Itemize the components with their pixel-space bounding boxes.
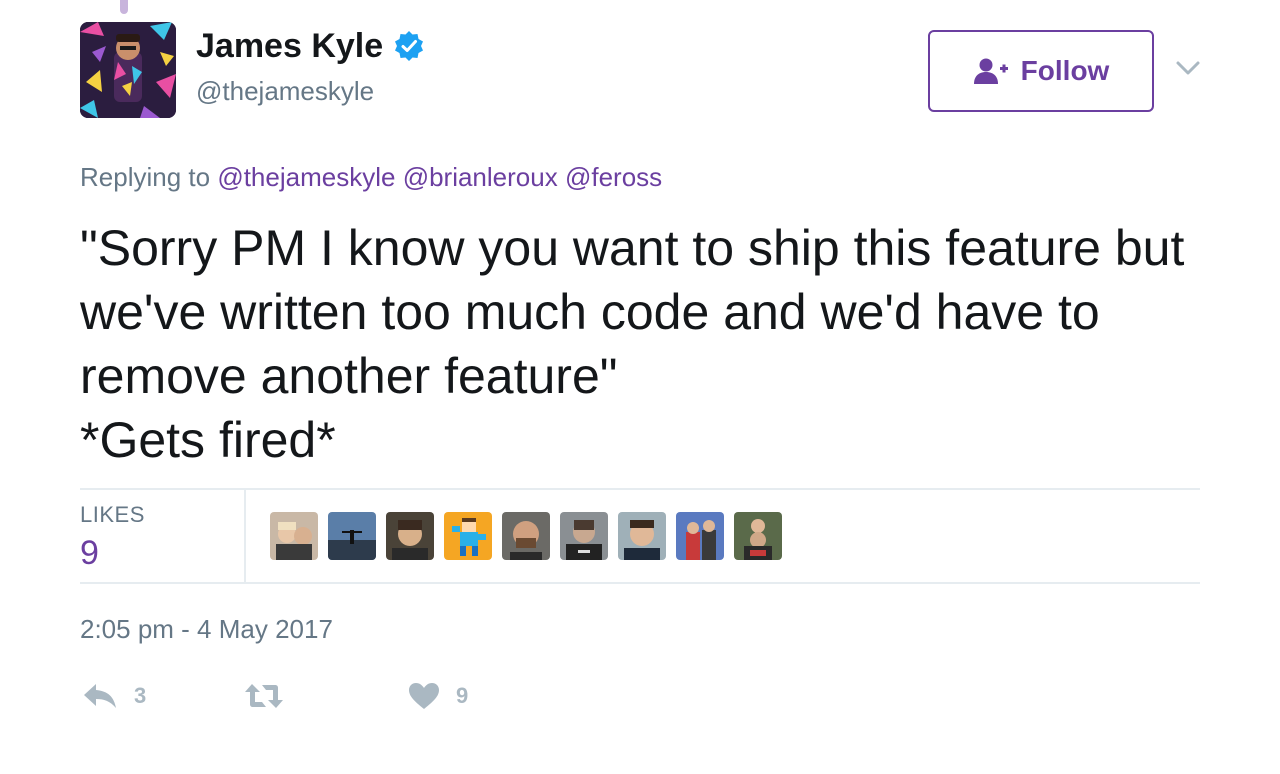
liker-avatar[interactable]: [328, 512, 376, 560]
liker-avatar[interactable]: [618, 512, 666, 560]
like-button[interactable]: 9: [408, 676, 468, 716]
tweet-text: "Sorry PM I know you want to ship this f…: [80, 220, 1185, 468]
mention-link[interactable]: @brianleroux: [403, 162, 558, 192]
reply-count: 3: [134, 683, 147, 708]
heart-icon: [408, 682, 440, 710]
liker-avatar[interactable]: [444, 512, 492, 560]
thread-connector: [120, 0, 128, 14]
retweet-button[interactable]: [244, 676, 300, 716]
follow-button-label: Follow: [1020, 55, 1110, 86]
liker-avatar[interactable]: [270, 512, 318, 560]
user-handle[interactable]: @thejameskyle: [196, 76, 374, 106]
chevron-down-icon[interactable]: [1174, 56, 1202, 80]
liker-avatars: [270, 512, 782, 560]
tweet-timestamp[interactable]: 2:05 pm - 4 May 2017: [80, 614, 333, 644]
divider: [80, 582, 1200, 584]
reply-icon: [82, 682, 118, 710]
likes-stat[interactable]: LIKES 9: [80, 490, 246, 582]
follow-button[interactable]: Follow: [928, 30, 1154, 112]
liker-avatar[interactable]: [676, 512, 724, 560]
profile-avatar[interactable]: [80, 22, 176, 118]
liker-avatar[interactable]: [502, 512, 550, 560]
replying-to-prefix: Replying to: [80, 162, 211, 192]
divider: [80, 488, 1200, 490]
display-name[interactable]: James Kyle: [196, 26, 383, 66]
add-user-icon: [973, 57, 1009, 85]
like-count: 9: [456, 683, 469, 708]
liker-avatar[interactable]: [386, 512, 434, 560]
mention-link[interactable]: @feross: [565, 162, 662, 192]
likes-label: LIKES: [80, 502, 145, 527]
reply-button[interactable]: 3: [82, 676, 146, 716]
retweet-icon: [244, 682, 284, 710]
likes-count: 9: [80, 534, 99, 572]
mention-link[interactable]: @thejameskyle: [217, 162, 395, 192]
verified-badge-icon: [393, 30, 425, 62]
liker-avatar[interactable]: [560, 512, 608, 560]
replying-to: Replying to @thejameskyle @brianleroux @…: [80, 162, 662, 192]
liker-avatar[interactable]: [734, 512, 782, 560]
